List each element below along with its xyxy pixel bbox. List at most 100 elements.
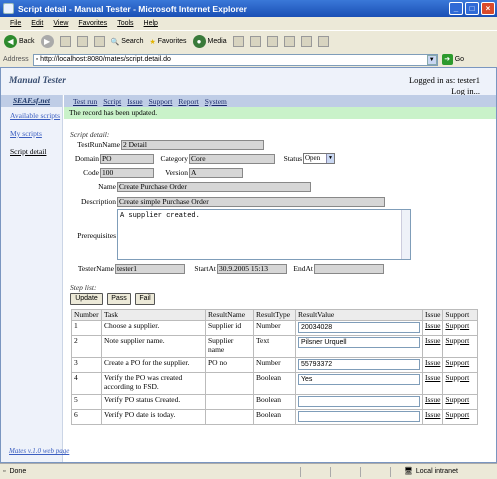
menu-favorites[interactable]: Favorites bbox=[78, 20, 107, 27]
result-value-input[interactable]: Pilsner Urquell bbox=[298, 337, 420, 348]
menu-file[interactable]: File bbox=[10, 20, 21, 27]
issue-link[interactable]: Issue bbox=[421, 409, 444, 425]
table-row: 1 Choose a supplier. Supplier id Number … bbox=[71, 320, 478, 336]
address-input[interactable]: ▫ http://localhost:8080/mates/script.det… bbox=[32, 53, 438, 66]
status-message: The record has been updated. bbox=[64, 107, 496, 119]
forward-arrow-icon[interactable]: ▶ bbox=[40, 35, 54, 48]
menu-bar: File Edit View Favorites Tools Help bbox=[0, 17, 497, 30]
col-result-name: ResultName bbox=[205, 309, 254, 321]
page-content: Manual Tester Logged in as: tester1 Log … bbox=[0, 67, 497, 463]
back-arrow-icon: ◀ bbox=[4, 35, 17, 48]
result-value-input[interactable]: 55793372 bbox=[298, 359, 420, 370]
version-field: A bbox=[189, 168, 243, 178]
tab-script[interactable]: Script bbox=[103, 97, 121, 106]
address-label: Address bbox=[3, 56, 29, 63]
print-icon[interactable] bbox=[266, 36, 278, 47]
col-result-type: ResultType bbox=[253, 309, 296, 321]
name-field: Create Purchase Order bbox=[117, 182, 311, 192]
issue-link[interactable]: Issue bbox=[421, 357, 444, 373]
result-value-input[interactable]: Yes bbox=[298, 374, 420, 385]
fail-button[interactable]: Fail bbox=[135, 293, 155, 305]
support-link[interactable]: Support bbox=[442, 372, 478, 395]
table-row: 5 Verify PO status Created. Boolean Issu… bbox=[71, 394, 478, 410]
end-field bbox=[314, 264, 384, 274]
domain-label: Domain bbox=[74, 154, 99, 163]
result-value-input[interactable] bbox=[298, 411, 420, 422]
zone-text: Local intranet bbox=[415, 467, 458, 475]
stop-icon[interactable] bbox=[59, 36, 71, 47]
script-detail-title: Script detail: bbox=[70, 130, 110, 139]
category-field: Core bbox=[189, 154, 275, 164]
support-link[interactable]: Support bbox=[442, 394, 478, 410]
menu-tools[interactable]: Tools bbox=[117, 20, 133, 27]
table-row: 4 Verify the PO was created according to… bbox=[71, 372, 478, 395]
mail-icon[interactable] bbox=[249, 36, 261, 47]
prerequisites-label: Prerequisites bbox=[77, 231, 116, 240]
favorites-button[interactable]: ★ Favorites bbox=[149, 38, 186, 46]
support-link[interactable]: Support bbox=[442, 335, 478, 358]
mates-web-page-link[interactable]: Mates v.1.0 web page bbox=[9, 447, 69, 455]
support-link[interactable]: Support bbox=[442, 320, 478, 336]
script-detail-form: Script detail: TestRunName 2 Detail Doma… bbox=[64, 119, 496, 462]
refresh-icon[interactable] bbox=[76, 36, 88, 47]
issue-link[interactable]: Issue bbox=[421, 320, 444, 336]
issue-link[interactable]: Issue bbox=[421, 394, 444, 410]
issue-link[interactable]: Issue bbox=[421, 372, 444, 395]
go-button[interactable]: ➜ Go bbox=[441, 54, 464, 65]
back-button[interactable]: ◀ Back bbox=[4, 35, 35, 48]
page-done-icon: ▫ bbox=[3, 468, 6, 475]
pass-button[interactable]: Pass bbox=[107, 293, 131, 305]
result-value-input[interactable] bbox=[298, 396, 420, 407]
result-value-input[interactable]: 20034028 bbox=[298, 322, 420, 333]
tab-system[interactable]: System bbox=[205, 97, 227, 106]
messenger-icon[interactable] bbox=[317, 36, 329, 47]
sidebar-item-available-scripts[interactable]: Available scripts bbox=[1, 107, 62, 125]
minimize-button[interactable]: _ bbox=[449, 2, 463, 15]
textarea-scrollbar[interactable] bbox=[401, 210, 410, 259]
table-row: 6 Verify PO date is today. Boolean Issue… bbox=[71, 409, 478, 425]
test-run-label: TestRunName bbox=[77, 140, 120, 149]
menu-edit[interactable]: Edit bbox=[31, 20, 43, 27]
description-label: Description bbox=[81, 197, 116, 206]
table-row: 3 Create a PO for the supplier. PO no Nu… bbox=[71, 357, 478, 373]
status-select[interactable]: Open ▼ bbox=[303, 153, 335, 164]
table-row: 2 Note supplier name. Supplier name Text… bbox=[71, 335, 478, 358]
prerequisites-textarea[interactable]: A supplier created. bbox=[117, 209, 411, 260]
sidebar-item-script-detail[interactable]: Script detail bbox=[1, 143, 62, 161]
chevron-down-icon[interactable]: ▼ bbox=[426, 54, 437, 65]
home-icon[interactable] bbox=[93, 36, 105, 47]
code-label: Code bbox=[83, 168, 99, 177]
search-button[interactable]: 🔍 Search bbox=[111, 38, 144, 46]
update-button[interactable]: Update bbox=[70, 293, 103, 305]
close-button[interactable]: × bbox=[481, 2, 495, 15]
star-icon: ★ bbox=[149, 38, 156, 46]
status-bar: ▫ Done 🖥 Local intranet bbox=[0, 463, 497, 479]
history-icon[interactable] bbox=[232, 36, 244, 47]
col-issue: Issue bbox=[421, 309, 444, 321]
support-link[interactable]: Support bbox=[442, 357, 478, 373]
maximize-button[interactable]: □ bbox=[465, 2, 479, 15]
menu-help[interactable]: Help bbox=[144, 20, 158, 27]
tab-test-run[interactable]: Test run bbox=[73, 97, 97, 106]
support-link[interactable]: Support bbox=[442, 409, 478, 425]
sidebar-item-my-scripts[interactable]: My scripts bbox=[1, 125, 62, 143]
start-field: 30.9.2005 15:13 bbox=[217, 264, 287, 274]
issue-link[interactable]: Issue bbox=[421, 335, 444, 358]
col-result-value: ResultValue bbox=[295, 309, 423, 321]
discuss-icon[interactable] bbox=[300, 36, 312, 47]
edit-icon[interactable] bbox=[283, 36, 295, 47]
step-list-title: Step list: bbox=[70, 283, 97, 292]
address-bar: Address ▫ http://localhost:8080/mates/sc… bbox=[0, 52, 497, 67]
end-label: EndAt bbox=[293, 264, 313, 273]
logged-in-label: Logged in as: tester1 bbox=[408, 75, 480, 85]
sidebar-brand-link[interactable]: SEAF.sf.net bbox=[1, 95, 62, 107]
media-button[interactable]: ● Media bbox=[192, 35, 227, 48]
tester-label: TesterName bbox=[77, 264, 114, 273]
ie-icon bbox=[3, 3, 14, 14]
tab-bar: Test run Script Issue Support Report Sys… bbox=[64, 95, 496, 107]
tab-issue[interactable]: Issue bbox=[127, 97, 142, 106]
tab-report[interactable]: Report bbox=[178, 97, 198, 106]
app-header: Manual Tester Logged in as: tester1 Log … bbox=[1, 68, 496, 96]
tab-support[interactable]: Support bbox=[149, 97, 173, 106]
menu-view[interactable]: View bbox=[53, 20, 68, 27]
